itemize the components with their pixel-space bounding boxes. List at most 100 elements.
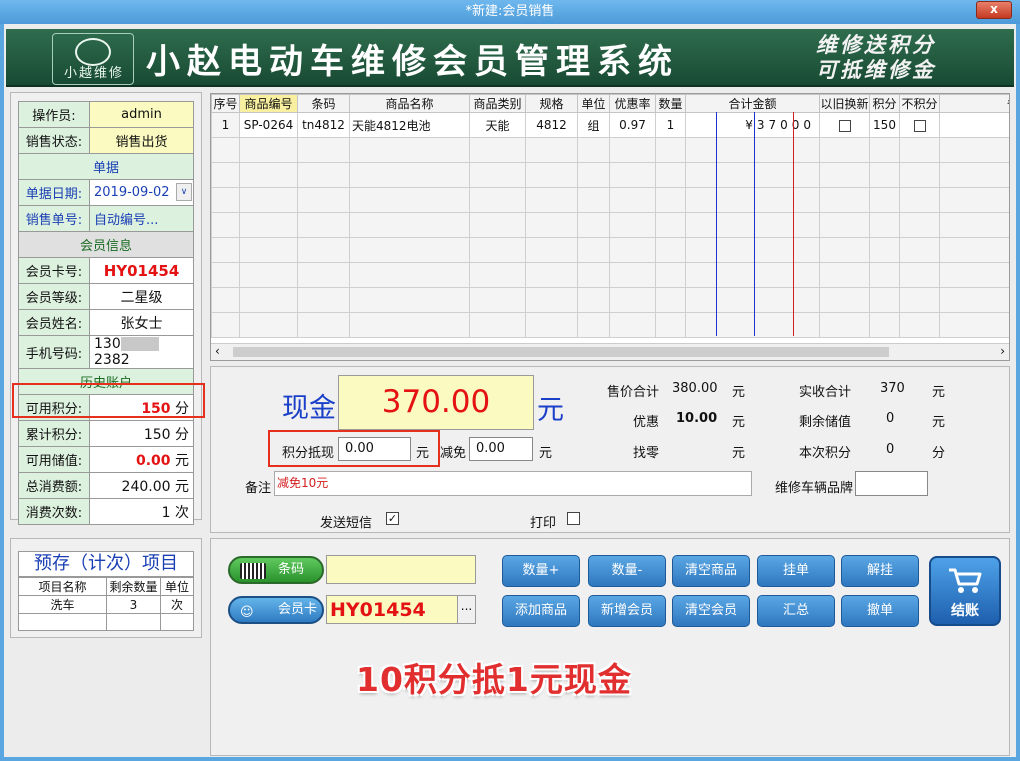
col-header[interactable]: 条码 [297,94,350,113]
row-tradein-cell[interactable] [819,112,870,138]
phone-prefix: 130 [94,336,121,352]
table-row[interactable] [211,162,1009,188]
row-no[interactable]: 1 [211,112,240,138]
points-deduct-label: 积分抵现 [282,446,335,461]
row-qty[interactable]: 1 [655,112,686,138]
checkout-button[interactable]: 结账 [929,556,1001,626]
barcode-input[interactable] [326,555,476,584]
chevron-down-icon[interactable]: ∨ [176,183,192,201]
grid-horizontal-scrollbar[interactable]: ‹ › [211,343,1009,360]
table-row[interactable] [211,137,1009,163]
card-label: 会员卡号: [18,257,90,284]
row-code[interactable]: SP-0264 [239,112,298,138]
col-header[interactable]: 商品名称 [349,94,470,113]
print-checkbox[interactable] [567,512,580,525]
goods-grid[interactable]: 序号 商品编号 条码 商品名称 商品类别 规格 单位 优惠率 数量 合计金额 以… [210,93,1010,361]
row-discount-rate[interactable]: 0.97 [609,112,656,138]
reduce-input[interactable]: 0.00 [469,437,533,461]
total-spend-label: 总消费额: [18,472,90,499]
scrollbar-thumb[interactable] [233,347,889,357]
table-row[interactable] [18,613,194,631]
table-row[interactable]: 洗车 3 次 [18,595,194,614]
col-header[interactable]: 商品编号 [239,94,298,113]
name-label: 会员姓名: [18,309,90,336]
row-category[interactable]: 天能 [469,112,526,138]
table-row[interactable] [211,237,1009,263]
scroll-right-icon[interactable]: › [1000,344,1005,358]
barcode-mode-button[interactable]: 条码 [228,556,324,584]
release-order-button[interactable]: 解挂 [841,555,919,587]
clear-member-button[interactable]: 清空会员 [672,595,750,627]
row-barcode[interactable]: tn4812 [297,112,350,138]
no-points-checkbox[interactable] [913,119,926,132]
tradein-checkbox[interactable] [838,119,851,132]
vehicle-brand-input[interactable] [855,471,928,496]
doc-date-value: 2019-09-02 [94,185,170,200]
col-header[interactable]: 单位 [577,94,610,113]
table-row[interactable] [211,262,1009,288]
table-row[interactable] [211,312,1009,338]
row-nopoints-cell[interactable] [899,112,940,138]
member-section-title: 会员信息 [18,231,194,258]
preorder-item-unit[interactable]: 次 [160,595,194,614]
visit-count-label: 消费次数: [18,498,90,525]
table-row[interactable]: 1 SP-0264 tn4812 天能4812电池 天能 4812 组 0.97… [211,112,1009,138]
doc-date-picker[interactable]: 2019-09-02 ∨ [89,179,194,206]
price-total-value: 380.00 [672,381,718,396]
col-header[interactable]: 以旧换新 [819,94,870,113]
row-name[interactable]: 天能4812电池 [349,112,470,138]
phone-value: 1302382 [89,335,194,369]
row-amount[interactable]: ¥37000 [685,112,820,138]
hold-order-button[interactable]: 挂单 [757,555,835,587]
table-row[interactable] [211,187,1009,213]
add-goods-button[interactable]: 添加商品 [502,595,580,627]
summary-button[interactable]: 汇总 [757,595,835,627]
clear-goods-button[interactable]: 清空商品 [672,555,750,587]
member-lookup-button[interactable]: ... [457,596,475,623]
col-header[interactable]: 商品类别 [469,94,526,113]
sms-checkbox[interactable]: ✓ [386,512,399,525]
discount-unit: 元 [732,415,746,430]
visit-count-value: 1 [161,504,171,521]
scroll-left-icon[interactable]: ‹ [215,344,220,358]
table-row[interactable] [211,212,1009,238]
col-header[interactable]: 序号 [211,94,240,113]
points-deduct-input[interactable]: 0.00 [338,437,411,461]
cash-value[interactable]: 370.00 [338,375,534,430]
qty-minus-button[interactable]: 数量- [588,555,666,587]
col-header[interactable]: 合计金额 [685,94,820,113]
price-total-label: 售价合计 [607,385,660,400]
discount-label: 优惠 [633,415,660,430]
qty-plus-button[interactable]: 数量+ [502,555,580,587]
row-points[interactable]: 150 [869,112,900,138]
col-header[interactable]: 优惠率 [609,94,656,113]
col-header[interactable]: 规格 [525,94,578,113]
points-deduct-unit: 元 [416,446,430,461]
table-row[interactable] [211,287,1009,313]
new-member-button[interactable]: 新增会员 [588,595,666,627]
row-spec[interactable]: 4812 [525,112,578,138]
cancel-order-button[interactable]: 撤单 [841,595,919,627]
preorder-item-name[interactable]: 洗车 [18,595,107,614]
preorder-item-qty[interactable]: 3 [106,595,161,614]
member-card-input[interactable]: HY01454 ... [326,595,476,624]
col-header[interactable]: 数量 [655,94,686,113]
row-note[interactable] [939,112,1009,138]
member-card-mode-button[interactable]: ☺ 会员卡 [228,596,324,624]
system-title: 小赵电动车维修会员管理系统 [146,42,679,82]
card-value: HY01454 [89,257,194,284]
slogan-line-2: 可抵维修金 [816,57,936,82]
col-header: 单位 [160,577,194,596]
note-input[interactable]: 减免10元 [274,471,752,496]
row-unit[interactable]: 组 [577,112,610,138]
close-button[interactable]: x [976,1,1012,19]
col-header[interactable]: 不积分 [899,94,940,113]
col-header[interactable]: 积分 [869,94,900,113]
reduce-label: 减免 [440,446,467,461]
operator-label: 操作员: [18,101,90,128]
visit-count-cell: 1 次 [89,498,194,525]
col-header: 剩余数量 [106,577,161,596]
logo-text: 小越维修 [63,66,124,81]
sale-status-value[interactable]: 销售出货 [89,127,194,154]
col-header[interactable]: 备注 [939,94,1009,113]
